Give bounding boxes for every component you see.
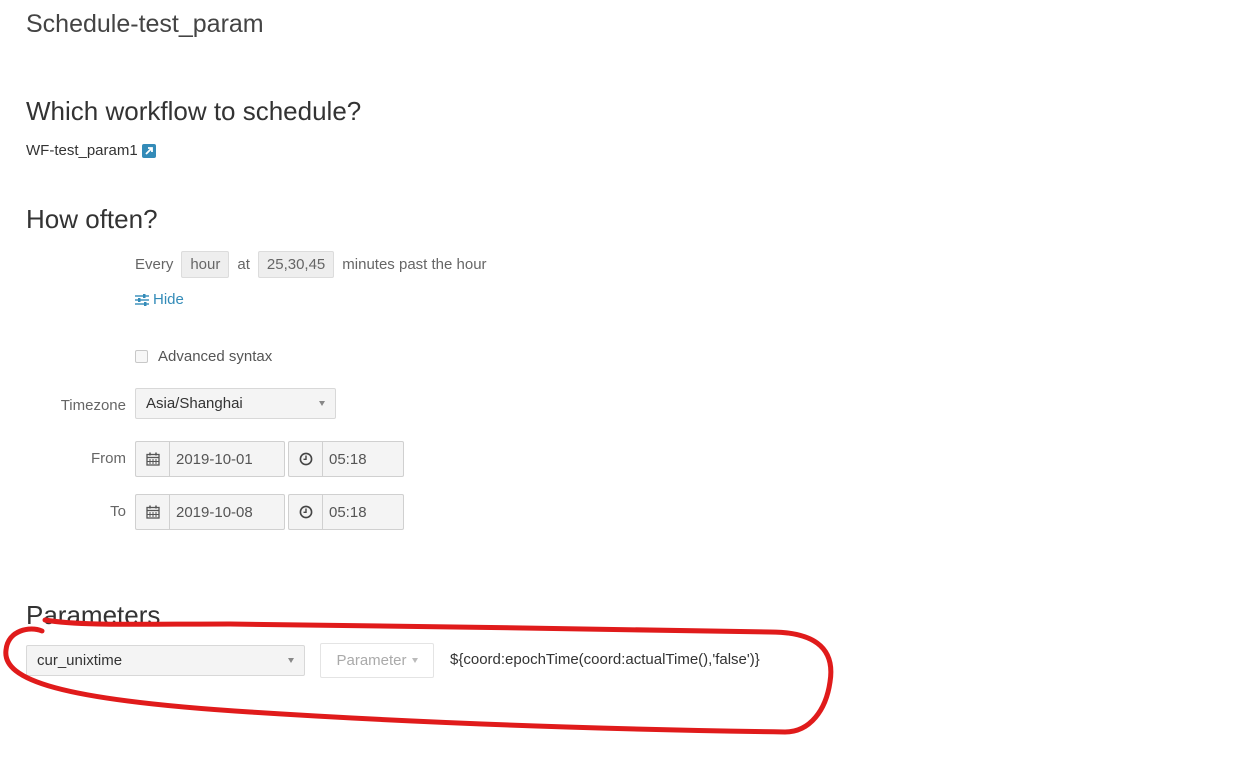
parameter-name-value: cur_unixtime (37, 652, 123, 669)
chevron-down-icon (411, 658, 418, 663)
calendar-icon[interactable] (135, 494, 169, 530)
from-date-group: 2019-10-01 (135, 441, 285, 477)
at-label: at (237, 256, 250, 273)
unit-field[interactable]: hour (181, 251, 230, 278)
chevron-down-icon (288, 658, 294, 663)
sliders-icon (135, 293, 149, 306)
advanced-syntax-row[interactable]: Advanced syntax (135, 348, 272, 365)
advanced-syntax-label: Advanced syntax (158, 348, 273, 365)
to-label: To (110, 503, 126, 520)
parameter-type-label: Parameter (336, 652, 407, 669)
workflow-name[interactable]: WF-test_param1 (26, 142, 138, 159)
advanced-syntax-checkbox[interactable] (135, 350, 148, 363)
frequency-row: Every hour at 25,30,45 minutes past the … (135, 251, 487, 278)
to-date-group: 2019-10-08 (135, 494, 285, 530)
workflow-heading: Which workflow to schedule? (26, 96, 362, 126)
clock-icon[interactable] (288, 494, 322, 530)
to-date-input[interactable]: 2019-10-08 (169, 494, 285, 530)
parameters-heading: Parameters (26, 600, 161, 630)
from-time-input[interactable]: 05:18 (322, 441, 404, 477)
workflow-row: WF-test_param1 (26, 142, 156, 159)
every-label: Every (135, 256, 174, 273)
to-time-group: 05:18 (288, 494, 404, 530)
chevron-down-icon (319, 401, 325, 406)
external-link-icon[interactable] (141, 143, 156, 158)
page-title: Schedule-test_param (26, 10, 264, 38)
parameter-value[interactable]: ${coord:epochTime(coord:actualTime(),'fa… (450, 651, 760, 668)
parameter-name-select[interactable]: cur_unixtime (26, 645, 305, 676)
frequency-heading: How often? (26, 204, 158, 234)
from-label: From (91, 450, 126, 467)
hide-button[interactable]: Hide (135, 291, 184, 308)
to-time-input[interactable]: 05:18 (322, 494, 404, 530)
timezone-select[interactable]: Asia/Shanghai (135, 388, 336, 419)
from-time-group: 05:18 (288, 441, 404, 477)
hide-label: Hide (153, 291, 184, 308)
from-date-input[interactable]: 2019-10-01 (169, 441, 285, 477)
timezone-label: Timezone (60, 397, 126, 414)
parameter-type-button[interactable]: Parameter (320, 643, 434, 678)
calendar-icon[interactable] (135, 441, 169, 477)
clock-icon[interactable] (288, 441, 322, 477)
minutes-suffix: minutes past the hour (342, 256, 487, 273)
timezone-value: Asia/Shanghai (146, 395, 243, 412)
minutes-field[interactable]: 25,30,45 (257, 251, 335, 278)
